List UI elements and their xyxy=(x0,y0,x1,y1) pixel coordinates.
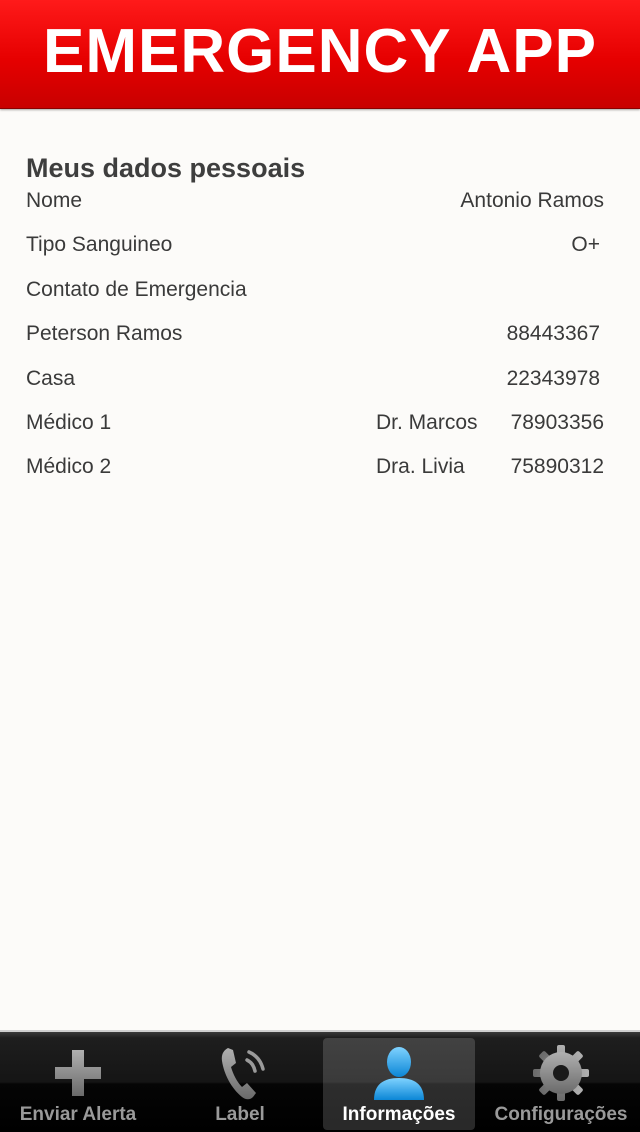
personal-data-panel: Meus dados pessoais Nome Antonio Ramos T… xyxy=(26,150,604,497)
tab-label: Configurações xyxy=(494,1104,628,1125)
info-row-doctor-1: Médico 1 Dr. Marcos 78903356 xyxy=(26,408,604,452)
info-row-doctor-2: Médico 2 Dra. Livia 75890312 xyxy=(26,452,604,496)
row-label: Contato de Emergencia xyxy=(26,277,247,301)
info-row-contact-person: Peterson Ramos 88443367 xyxy=(26,319,604,363)
app-header: EMERGENCY APP xyxy=(0,0,640,109)
row-value: 75890312 xyxy=(510,455,604,479)
info-row-home: Casa 22343978 xyxy=(26,364,604,408)
tab-bar: Enviar Alerta Label Informações Configur… xyxy=(0,1030,640,1132)
app-title: EMERGENCY APP xyxy=(43,16,597,86)
row-value: O+ xyxy=(571,233,600,257)
phone-icon xyxy=(221,1048,265,1100)
tab-enviar-alerta[interactable]: Enviar Alerta xyxy=(2,1038,154,1130)
row-value: Antonio Ramos xyxy=(460,189,604,212)
info-row-name: Nome Antonio Ramos xyxy=(26,186,604,230)
person-icon xyxy=(374,1047,424,1100)
gear-icon xyxy=(533,1045,589,1101)
row-label: Nome xyxy=(26,189,83,212)
row-label: Peterson Ramos xyxy=(26,322,183,346)
doctor-name: Dra. Livia xyxy=(376,455,465,479)
info-row-blood-type: Tipo Sanguineo O+ xyxy=(26,230,604,274)
row-label: Médico 1 xyxy=(26,410,112,434)
row-value: 78903356 xyxy=(510,410,604,434)
row-label: Médico 2 xyxy=(26,455,112,479)
row-label: Casa xyxy=(26,366,76,390)
tab-informacoes[interactable]: Informações xyxy=(323,1038,475,1130)
doctor-name: Dr. Marcos xyxy=(376,410,478,434)
row-label: Tipo Sanguineo xyxy=(26,233,173,257)
tab-configuracoes[interactable]: Configurações xyxy=(485,1038,637,1130)
section-title: Meus dados pessoais xyxy=(26,153,306,183)
row-value: 22343978 xyxy=(506,366,600,390)
info-row-emergency-contact: Contato de Emergencia xyxy=(26,275,604,319)
plus-icon xyxy=(55,1050,101,1096)
tab-label-phone[interactable]: Label xyxy=(164,1038,316,1130)
row-value: 88443367 xyxy=(506,322,600,346)
